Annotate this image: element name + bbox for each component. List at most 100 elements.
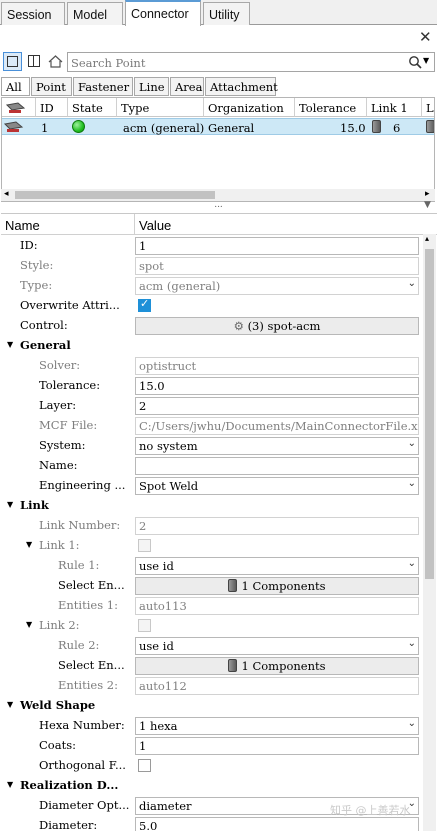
tab-model[interactable]: Model [67,2,123,25]
row-tolerance: 15.0 [340,121,366,135]
collapse-icon[interactable]: ▼ [26,540,32,549]
split-view-icon[interactable] [25,52,44,71]
prop-row-select-entities-2: Select En... 1 Components [1,655,423,675]
close-icon[interactable]: ✕ [419,28,432,46]
chevron-down-icon[interactable]: ⌄ [408,558,416,569]
scroll-right-icon[interactable]: ▸ [425,189,430,199]
chevron-down-icon[interactable]: ▼ [424,201,431,210]
collapse-icon[interactable]: ▼ [7,700,13,709]
search-icon[interactable] [408,55,422,69]
grid-header-icon[interactable] [2,98,36,117]
state-ok-icon [72,120,85,133]
name-field[interactable] [135,457,419,475]
scroll-left-icon[interactable]: ◂ [4,189,9,199]
section-link-2[interactable]: ▼ Link 2: [1,615,423,635]
rule-2-select[interactable]: use id ⌄ [135,637,419,655]
panel-splitter[interactable]: ... ▼ [0,200,437,212]
section-weld-shape[interactable]: ▼ Weld Shape [1,695,423,715]
engineering-value: Spot Weld [139,479,199,493]
orthogonal-checkbox[interactable] [138,759,151,772]
layer-field[interactable]: 2 [135,397,419,415]
collapse-icon[interactable]: ▼ [26,620,32,629]
prop-label: Diameter Opt... [39,798,130,812]
select-entities-1-button[interactable]: 1 Components [135,577,419,595]
filter-bar: All Point Fastener Line Area Attachment [0,77,437,96]
filter-line[interactable]: Line [134,77,169,96]
prop-label: Engineering ... [39,478,126,492]
scrollbar-thumb[interactable] [425,249,434,579]
prop-row-name: Name: [1,455,423,475]
filter-area[interactable]: Area [170,77,204,96]
property-table: Name Value ID: 1 Style: spot Type: acm (… [1,213,437,831]
select-entities-1-value: 1 Components [241,579,326,593]
prop-label: Type: [20,278,53,292]
chevron-down-icon[interactable]: ⌄ [408,718,416,729]
prop-label: Style: [20,258,54,272]
prop-label: Entities 1: [58,598,118,612]
filter-all[interactable]: All [1,77,30,96]
prop-row-engineering: Engineering ... Spot Weld ⌄ [1,475,423,495]
collapse-icon[interactable]: ▼ [7,780,13,789]
id-field[interactable]: 1 [135,237,419,255]
prop-row-id: ID: 1 [1,235,423,255]
prop-row-type: Type: acm (general) ⌄ [1,275,423,295]
splitter-grip[interactable]: ... [214,200,223,210]
chevron-down-icon[interactable]: ⌄ [408,478,416,489]
section-realization[interactable]: ▼ Realization D... [1,775,423,795]
prop-row-select-entities-1: Select En... 1 Components [1,575,423,595]
coats-field[interactable]: 1 [135,737,419,755]
table-row[interactable]: 1 acm (general) General 15.0 6 [2,118,434,135]
filter-attachment[interactable]: Attachment [205,77,278,96]
prop-row-rule-1: Rule 1: use id ⌄ [1,555,423,575]
rule-1-select[interactable]: use id ⌄ [135,557,419,575]
name-column-header[interactable]: Name [1,214,135,235]
section-general[interactable]: ▼ General [1,335,423,355]
home-icon[interactable] [46,52,65,71]
chevron-down-icon[interactable]: ▼ [423,56,429,65]
chevron-down-icon[interactable]: ⌄ [408,638,416,649]
prop-row-mcf: MCF File: C:/Users/jwhu/Documents/MainCo… [1,415,423,435]
chevron-down-icon[interactable]: ⌄ [408,438,416,449]
tolerance-field[interactable]: 15.0 [135,377,419,395]
tab-connector[interactable]: Connector [125,0,201,26]
prop-label: Orthogonal F... [39,758,126,772]
grid-header-link2[interactable]: L: [422,98,434,117]
filter-fastener[interactable]: Fastener [73,77,133,96]
control-button[interactable]: ⚙ (3) spot-acm [135,317,419,335]
rule-1-value: use id [139,559,174,573]
section-link-1[interactable]: ▼ Link 1: [1,535,423,555]
value-column-header[interactable]: Value [135,214,437,235]
prop-label: Select En... [58,578,125,592]
grid-header-type[interactable]: Type [117,98,204,117]
vertical-scrollbar[interactable]: ▴ [423,234,436,831]
grid-header-organization[interactable]: Organization [204,98,295,117]
grid-header-state[interactable]: State [68,98,117,117]
collapse-icon[interactable]: ▼ [7,340,13,349]
prop-label: Link Number: [39,518,121,532]
scroll-up-icon[interactable]: ▴ [425,234,429,243]
link-2-checkbox [138,619,151,632]
select-entities-2-button[interactable]: 1 Components [135,657,419,675]
section-label: Link [20,498,49,512]
type-select: acm (general) ⌄ [135,277,419,295]
scrollbar-thumb[interactable] [15,191,215,199]
grid-header-link1[interactable]: Link 1 [367,98,422,117]
grid-header-tolerance[interactable]: Tolerance [295,98,367,117]
row-organization: General [208,121,255,135]
filter-point[interactable]: Point [31,77,72,96]
tab-utility[interactable]: Utility [203,2,250,25]
diameter-field[interactable]: 5.0 [135,817,419,831]
collapse-icon[interactable]: ▼ [7,500,13,509]
section-link[interactable]: ▼ Link [1,495,423,515]
hexa-number-select[interactable]: 1 hexa ⌄ [135,717,419,735]
rule-2-value: use id [139,639,174,653]
system-select[interactable]: no system ⌄ [135,437,419,455]
grid-header-id[interactable]: ID [36,98,68,117]
tab-session[interactable]: Session [1,2,65,25]
overwrite-checkbox[interactable]: ✓ [138,297,151,312]
entities-1-field: auto113 [135,597,419,615]
list-view-icon[interactable] [3,52,22,71]
search-input[interactable]: Search Point ▼ [67,52,435,72]
engineering-select[interactable]: Spot Weld ⌄ [135,477,419,495]
prop-row-entities-2: Entities 2: auto112 [1,675,423,695]
